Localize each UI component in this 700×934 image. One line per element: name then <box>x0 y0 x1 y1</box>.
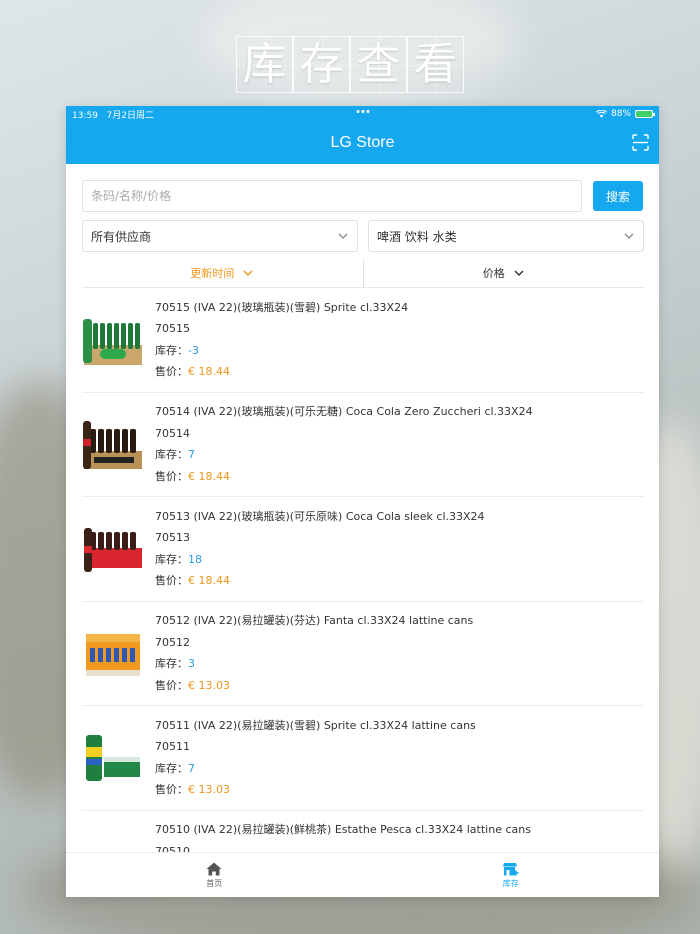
chevron-down-icon <box>514 269 524 276</box>
stock-label: 库存： <box>155 761 188 775</box>
page-title-char: 库 <box>236 36 293 93</box>
tab-bar: 首页 库存 <box>66 852 659 897</box>
stock-label: 库存： <box>155 657 188 671</box>
product-info: 70511 (IVA 22)(易拉罐装)(雪碧) Sprite cl.33X24… <box>155 715 476 801</box>
product-name: 70515 (IVA 22)(玻璃瓶装)(雪碧) Sprite cl.33X24 <box>155 300 409 314</box>
product-image <box>86 734 140 781</box>
page-title: 库 存 查 看 <box>236 36 464 94</box>
nav-title: LG Store <box>330 134 395 151</box>
sort-by-price[interactable]: 价格 <box>364 258 645 287</box>
product-image <box>84 527 142 572</box>
product-price: 售价：€ 18.44 <box>155 466 533 488</box>
product-item[interactable]: 70514 (IVA 22)(玻璃瓶装)(可乐无糖) Coca Cola Zer… <box>82 393 644 497</box>
tab-inventory-label: 库存 <box>502 878 519 888</box>
product-image <box>83 318 142 365</box>
product-price: 售价：€ 18.44 <box>155 361 408 383</box>
stock-value: -3 <box>188 343 199 357</box>
product-price: 售价：€ 13.03 <box>155 779 476 801</box>
page-title-char: 存 <box>293 36 350 93</box>
sort-by-price-label: 价格 <box>482 266 505 280</box>
price-value: € 13.03 <box>188 783 230 797</box>
price-value: € 18.44 <box>188 574 230 588</box>
search-input[interactable] <box>82 180 582 212</box>
price-label: 售价： <box>155 783 188 797</box>
price-value: € 13.03 <box>188 678 230 692</box>
product-code: 70514 <box>155 426 190 440</box>
price-label: 售价： <box>155 574 188 588</box>
product-code: 70515 <box>155 322 190 336</box>
product-name: 70513 (IVA 22)(玻璃瓶装)(可乐原味) Coca Cola sle… <box>155 509 485 523</box>
category-select-value: 啤酒 饮料 水类 <box>377 229 457 244</box>
status-right: 88% <box>595 109 655 119</box>
stock-value: 18 <box>188 552 202 566</box>
product-image <box>86 634 140 677</box>
category-select[interactable]: 啤酒 饮料 水类 <box>368 220 644 252</box>
app-window: 13:59 7月2日周二 88% LG Store 搜索 所有供应商 啤酒 饮料… <box>66 106 659 897</box>
product-name: 70510 (IVA 22)(易拉罐装)(鲜桃茶) Estathe Pesca … <box>155 823 531 837</box>
product-item[interactable]: 70515 (IVA 22)(玻璃瓶装)(雪碧) Sprite cl.33X24… <box>82 288 644 393</box>
product-item[interactable]: 70512 (IVA 22)(易拉罐装)(芬达) Fanta cl.33X24 … <box>82 602 644 706</box>
product-info: 70515 (IVA 22)(玻璃瓶装)(雪碧) Sprite cl.33X24… <box>155 297 408 383</box>
price-label: 售价： <box>155 678 188 692</box>
stock-value: 7 <box>188 761 195 775</box>
product-item[interactable]: 70511 (IVA 22)(易拉罐装)(雪碧) Sprite cl.33X24… <box>82 706 644 811</box>
stock-label: 库存： <box>155 343 188 357</box>
product-code: 70511 <box>155 740 190 754</box>
product-list: 70515 (IVA 22)(玻璃瓶装)(雪碧) Sprite cl.33X24… <box>82 288 644 897</box>
product-name: 70512 (IVA 22)(易拉罐装)(芬达) Fanta cl.33X24 … <box>155 614 474 628</box>
battery-percent: 88% <box>610 109 631 119</box>
wifi-icon <box>595 110 607 118</box>
stock-value: 7 <box>188 448 195 462</box>
product-code: 70512 <box>155 635 190 649</box>
tab-home-label: 首页 <box>206 878 223 888</box>
status-time: 13:59 <box>72 110 98 121</box>
stock-label: 库存： <box>155 552 188 566</box>
page-title-char: 看 <box>407 36 464 93</box>
chevron-down-icon <box>624 233 634 239</box>
product-image <box>83 421 142 470</box>
product-stock: 库存：18 <box>155 549 485 571</box>
product-stock: 库存：3 <box>155 653 473 675</box>
product-item[interactable]: 70513 (IVA 22)(玻璃瓶装)(可乐原味) Coca Cola sle… <box>82 497 644 602</box>
supplier-select-value: 所有供应商 <box>91 229 152 244</box>
tab-inventory[interactable]: 库存 <box>363 853 660 897</box>
product-info: 70512 (IVA 22)(易拉罐装)(芬达) Fanta cl.33X24 … <box>155 610 473 696</box>
chevron-down-icon <box>338 233 348 239</box>
stock-label: 库存： <box>155 448 188 462</box>
price-value: € 18.44 <box>188 469 230 483</box>
product-price: 售价：€ 18.44 <box>155 570 485 592</box>
product-price: 售价：€ 13.03 <box>155 675 473 697</box>
price-value: € 18.44 <box>188 365 230 379</box>
filter-row: 所有供应商 啤酒 饮料 水类 <box>66 212 659 252</box>
product-name: 70511 (IVA 22)(易拉罐装)(雪碧) Sprite cl.33X24… <box>155 718 476 732</box>
search-button[interactable]: 搜索 <box>593 181 643 211</box>
home-icon <box>206 862 222 875</box>
stock-value: 3 <box>188 657 195 671</box>
product-code: 70513 <box>155 531 190 545</box>
sort-by-time[interactable]: 更新时间 <box>82 258 363 287</box>
status-left: 13:59 7月2日周二 <box>72 108 154 121</box>
multitask-dots-icon <box>356 110 369 113</box>
price-label: 售价： <box>155 469 188 483</box>
scan-icon[interactable] <box>632 134 649 151</box>
supplier-select[interactable]: 所有供应商 <box>82 220 358 252</box>
product-info: 70513 (IVA 22)(玻璃瓶装)(可乐原味) Coca Cola sle… <box>155 506 485 592</box>
sort-by-time-label: 更新时间 <box>190 266 235 280</box>
product-info: 70514 (IVA 22)(玻璃瓶装)(可乐无糖) Coca Cola Zer… <box>155 401 533 487</box>
status-bar: 13:59 7月2日周二 88% <box>66 106 659 122</box>
tab-home[interactable]: 首页 <box>66 853 363 897</box>
product-name: 70514 (IVA 22)(玻璃瓶装)(可乐无糖) Coca Cola Zer… <box>155 405 533 419</box>
page-title-char: 查 <box>350 36 407 93</box>
search-row: 搜索 <box>66 164 659 212</box>
nav-bar: LG Store <box>66 122 659 164</box>
product-stock: 库存：7 <box>155 444 533 466</box>
sort-row: 更新时间 价格 <box>82 258 644 288</box>
battery-icon <box>635 110 655 118</box>
price-label: 售价： <box>155 365 188 379</box>
product-stock: 库存：7 <box>155 758 476 780</box>
product-stock: 库存：-3 <box>155 340 408 362</box>
chevron-down-icon <box>243 269 253 276</box>
store-icon <box>502 862 519 875</box>
status-date: 7月2日周二 <box>106 110 154 121</box>
